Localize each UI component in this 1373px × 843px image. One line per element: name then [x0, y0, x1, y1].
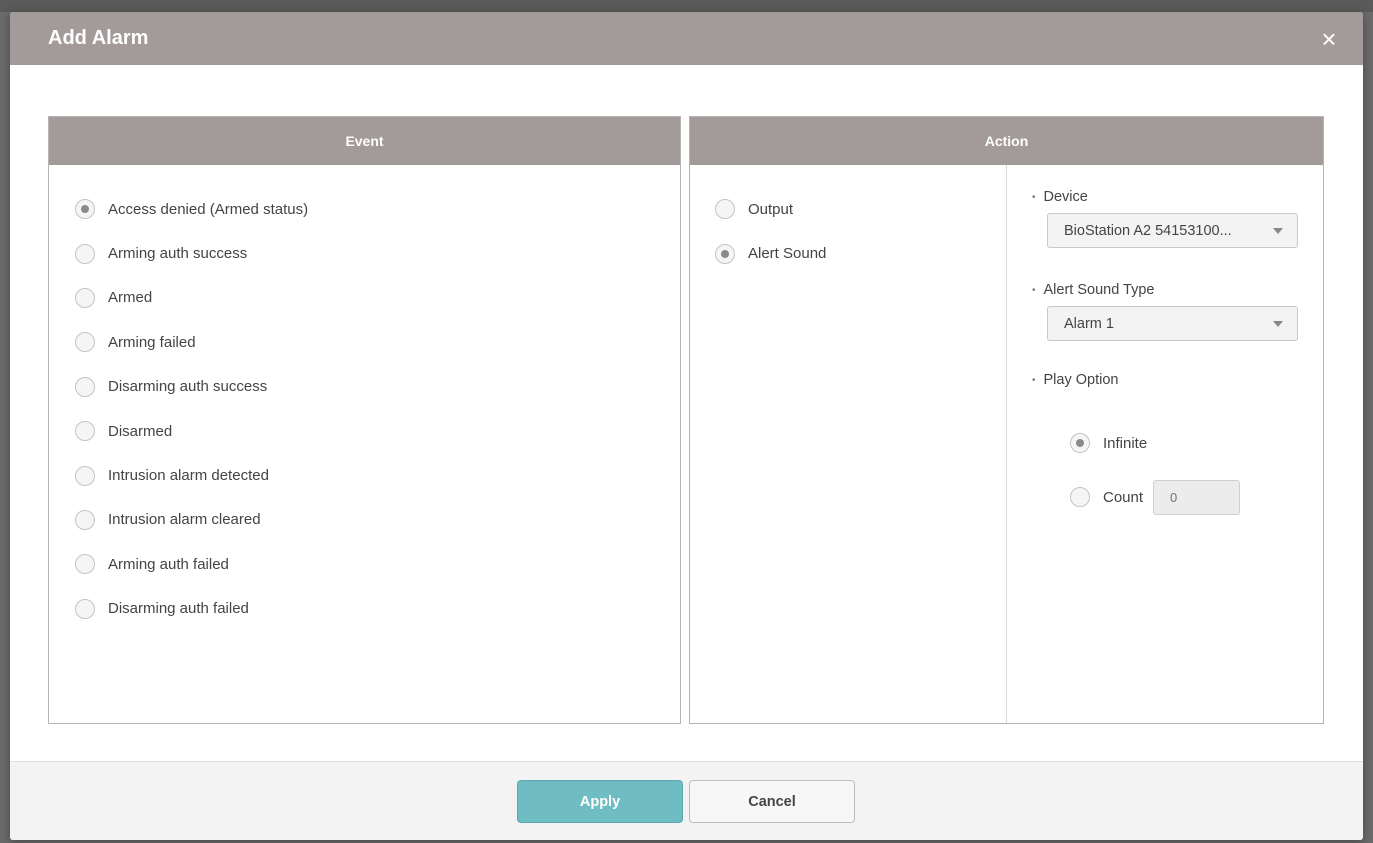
event-option[interactable]: Disarming auth failed: [75, 587, 680, 631]
radio-icon[interactable]: [75, 465, 95, 486]
event-option-label: Disarming auth failed: [108, 600, 249, 618]
radio-icon[interactable]: [1070, 487, 1090, 507]
event-option-label: Access denied (Armed status): [108, 200, 309, 218]
alert-sound-type-value: Alarm 1: [1064, 315, 1114, 332]
radio-icon[interactable]: [75, 287, 95, 308]
play-option-label-text: Play Option: [1043, 372, 1119, 388]
event-option[interactable]: Armed: [75, 276, 680, 320]
event-option[interactable]: Access denied (Armed status): [75, 187, 680, 231]
event-panel: Event Access denied (Armed status) Armin…: [48, 116, 681, 724]
background-page: [0, 0, 1373, 12]
event-option-label: Arming auth failed: [108, 555, 229, 573]
event-option[interactable]: Disarming auth success: [75, 365, 680, 409]
count-input[interactable]: [1153, 479, 1241, 515]
event-option[interactable]: Intrusion alarm detected: [75, 453, 680, 497]
action-option-label: Output: [748, 200, 794, 218]
bullet-icon: •: [1032, 374, 1036, 386]
event-option[interactable]: Arming auth success: [75, 231, 680, 275]
action-type-column: Output Alert Sound: [690, 165, 1007, 723]
radio-icon[interactable]: [75, 243, 95, 264]
apply-button[interactable]: Apply: [517, 780, 683, 823]
device-select[interactable]: BioStation A2 54153100...: [1047, 213, 1298, 248]
radio-icon[interactable]: [715, 243, 735, 264]
event-option[interactable]: Disarmed: [75, 409, 680, 453]
cancel-button[interactable]: Cancel: [689, 780, 855, 823]
bullet-icon: •: [1032, 191, 1036, 203]
radio-icon[interactable]: [75, 199, 95, 220]
dialog-footer: Apply Cancel: [10, 761, 1363, 840]
action-option-alert-sound[interactable]: Alert Sound: [715, 231, 1006, 275]
radio-icon[interactable]: [715, 199, 735, 220]
event-options: Access denied (Armed status) Arming auth…: [49, 165, 680, 631]
alert-sound-type-select[interactable]: Alarm 1: [1047, 306, 1298, 341]
alert-sound-type-label: • Alert Sound Type: [1032, 280, 1323, 300]
radio-icon[interactable]: [75, 509, 95, 530]
radio-icon[interactable]: [75, 376, 95, 397]
alert-sound-settings: • Device BioStation A2 54153100... • Ale…: [1008, 165, 1323, 723]
radio-icon[interactable]: [75, 598, 95, 619]
dialog-header: Add Alarm ×: [10, 12, 1363, 65]
play-options: Infinite Count: [1032, 390, 1323, 524]
radio-icon[interactable]: [75, 554, 95, 575]
play-option-count[interactable]: Count: [1070, 470, 1323, 524]
action-options: Output Alert Sound: [690, 165, 1006, 276]
radio-icon[interactable]: [75, 332, 95, 353]
device-label: • Device: [1032, 187, 1323, 207]
device-select-value: BioStation A2 54153100...: [1064, 222, 1232, 239]
event-option-label: Intrusion alarm cleared: [108, 511, 261, 529]
radio-icon[interactable]: [75, 421, 95, 442]
event-option-label: Arming auth success: [108, 245, 248, 263]
event-option[interactable]: Intrusion alarm cleared: [75, 498, 680, 542]
radio-icon[interactable]: [1070, 433, 1090, 453]
play-option-count-label: Count: [1103, 488, 1144, 506]
play-option-label: • Play Option: [1032, 370, 1323, 390]
play-option-infinite-label: Infinite: [1103, 434, 1148, 452]
event-option-label: Arming failed: [108, 333, 196, 351]
play-option-infinite[interactable]: Infinite: [1070, 416, 1323, 470]
event-option[interactable]: Arming auth failed: [75, 542, 680, 586]
alert-sound-type-label-text: Alert Sound Type: [1043, 282, 1155, 298]
add-alarm-dialog: Add Alarm × Event Access denied (Armed s…: [10, 12, 1363, 840]
event-option-label: Armed: [108, 289, 153, 307]
chevron-down-icon: [1273, 227, 1283, 234]
action-option-output[interactable]: Output: [715, 187, 1006, 231]
dialog-body: Event Access denied (Armed status) Armin…: [48, 116, 1324, 724]
action-option-label: Alert Sound: [748, 245, 827, 263]
close-icon[interactable]: ×: [1317, 26, 1341, 52]
event-option-label: Intrusion alarm detected: [108, 467, 269, 485]
chevron-down-icon: [1273, 320, 1283, 327]
action-panel: Action Output Alert Sound • Device BioSt…: [689, 116, 1324, 724]
event-panel-header: Event: [49, 117, 680, 165]
dialog-title: Add Alarm: [48, 27, 149, 49]
device-label-text: Device: [1043, 189, 1088, 205]
event-option-label: Disarmed: [108, 422, 173, 440]
event-option[interactable]: Arming failed: [75, 320, 680, 364]
bullet-icon: •: [1032, 284, 1036, 296]
event-option-label: Disarming auth success: [108, 378, 268, 396]
action-panel-header: Action: [690, 117, 1323, 165]
